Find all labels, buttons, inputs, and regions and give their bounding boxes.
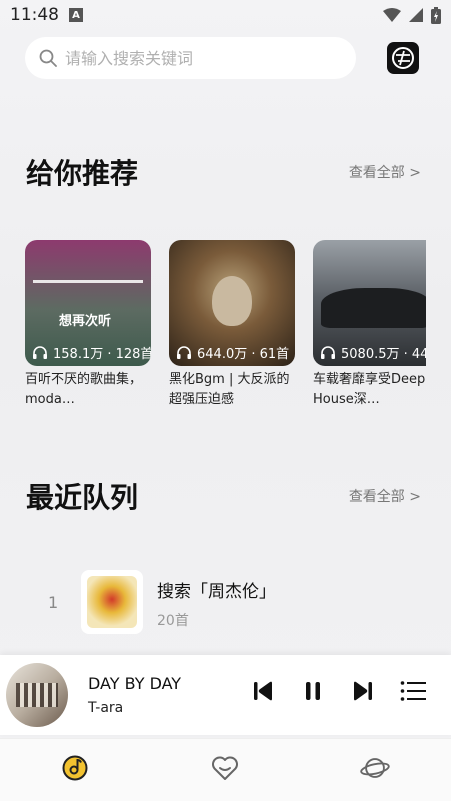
signal-icon <box>409 8 423 22</box>
cover-car <box>321 288 426 328</box>
tab-music[interactable] <box>60 753 90 783</box>
cover-script-decoration <box>33 280 143 296</box>
playlist-card[interactable]: 想再次听 158.1万 · 128首 百听不厌的歌曲集，moda… <box>25 240 151 410</box>
cover-overlay-text: 想再次听 <box>59 314 112 329</box>
pause-icon <box>306 682 320 700</box>
playlist-cover: 5080.5万 · 444首 <box>313 240 426 366</box>
playlist-card[interactable]: 644.0万 · 61首 黑化Bgm | 大反派的超强压迫感 <box>169 240 295 410</box>
song-title: DAY BY DAY <box>88 674 182 693</box>
album-art <box>6 663 68 727</box>
search-input[interactable] <box>65 48 325 68</box>
headphones-icon <box>177 346 191 359</box>
play-count-text: 5080.5万 · 444首 <box>341 347 426 362</box>
app-logo-icon[interactable] <box>387 42 419 74</box>
play-count-text: 644.0万 · 61首 <box>197 347 290 362</box>
queue-title: 搜索「周杰伦」 <box>157 582 276 602</box>
search-row <box>25 36 425 80</box>
search-box[interactable] <box>25 37 356 79</box>
playlist-card[interactable]: 5080.5万 · 444首 车载奢靡享受Deep House深… <box>313 240 426 410</box>
recent-queue-see-all-link[interactable]: 查看全部 > <box>349 486 421 506</box>
playlist-cover: 644.0万 · 61首 <box>169 240 295 366</box>
queue-count: 20首 <box>157 613 189 629</box>
playlist-title: 车载奢靡享受Deep House深… <box>313 372 426 407</box>
now-playing-bar[interactable]: DAY BY DAY T-ara <box>0 655 451 735</box>
headphones-icon <box>321 346 335 359</box>
play-count: 644.0万 · 61首 <box>177 343 289 362</box>
queue-thumbnail <box>81 570 143 634</box>
tab-explore[interactable] <box>360 753 390 783</box>
battery-icon <box>431 6 441 24</box>
queue-index: 1 <box>48 593 59 612</box>
bottom-tab-bar <box>0 738 451 801</box>
thumbnail-art <box>87 576 137 628</box>
pause-button[interactable] <box>299 677 327 705</box>
search-icon <box>39 49 57 67</box>
playlist-icon <box>400 681 426 701</box>
notification-a-icon: A <box>69 8 83 22</box>
status-right <box>383 6 441 24</box>
queue-list-item[interactable]: 1 搜索「周杰伦」 20首 <box>0 570 451 635</box>
recommend-card-list[interactable]: 想再次听 158.1万 · 128首 百听不厌的歌曲集，moda… 644.0万… <box>25 240 426 410</box>
cover-figure <box>212 276 252 326</box>
skip-next-icon <box>354 681 372 701</box>
skip-next-button[interactable] <box>349 677 377 705</box>
playlist-button[interactable] <box>399 677 427 705</box>
playlist-title: 黑化Bgm | 大反派的超强压迫感 <box>169 372 290 407</box>
recommend-see-all-link[interactable]: 查看全部 > <box>349 162 421 182</box>
song-artist: T-ara <box>88 700 124 716</box>
play-count: 5080.5万 · 444首 <box>321 343 426 362</box>
recent-queue-title: 最近队列 <box>26 481 139 514</box>
play-count: 158.1万 · 128首 <box>33 343 151 362</box>
playlist-cover: 想再次听 158.1万 · 128首 <box>25 240 151 366</box>
recommend-title: 给你推荐 <box>26 157 139 190</box>
tab-favorites[interactable] <box>210 753 240 783</box>
status-bar: 11:48 A <box>0 0 451 30</box>
heart-icon <box>212 756 238 780</box>
wifi-icon <box>383 8 401 22</box>
playlist-title: 百听不厌的歌曲集，moda… <box>25 372 143 407</box>
music-disc-icon <box>62 755 88 781</box>
skip-previous-icon <box>254 681 272 701</box>
status-time: 11:48 <box>10 5 59 25</box>
planet-icon <box>360 758 390 778</box>
skip-previous-button[interactable] <box>249 677 277 705</box>
album-art-figures <box>16 683 58 707</box>
headphones-icon <box>33 346 47 359</box>
play-count-text: 158.1万 · 128首 <box>53 347 151 362</box>
